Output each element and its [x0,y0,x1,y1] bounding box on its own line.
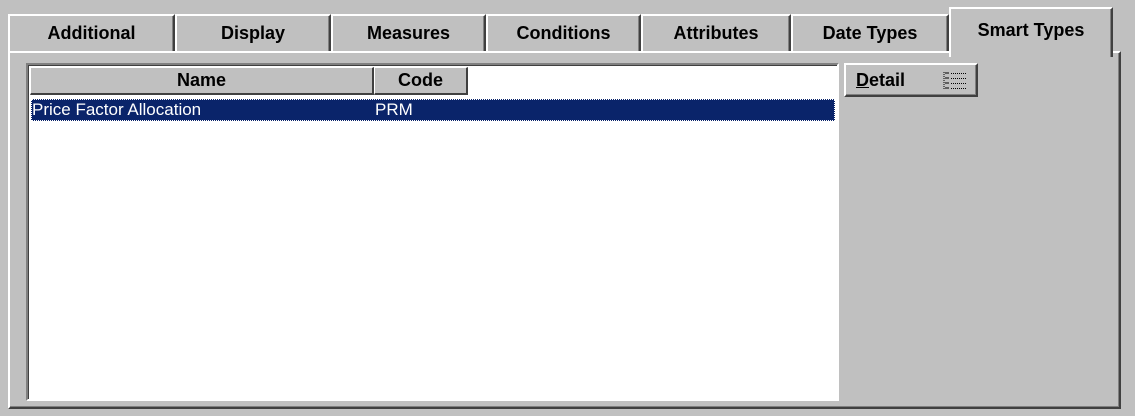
detail-label: etail [869,69,906,90]
tab-conditions[interactable]: Conditions [486,14,641,51]
tab-measures[interactable]: Measures [331,14,486,51]
list-detail-icon [942,70,968,92]
detail-mnemonic: D [856,69,869,90]
list-row-selected[interactable]: Price Factor Allocation PRM [31,99,835,121]
tab-date-types[interactable]: Date Types [791,14,949,51]
column-header-name[interactable]: Name [30,67,374,95]
tab-smart-types[interactable]: Smart Types [949,7,1113,57]
tab-additional[interactable]: Additional [8,14,175,51]
row-code-cell: PRM [375,100,413,119]
row-name-cell: Price Factor Allocation [32,100,202,119]
tab-panel: Name Code Price Factor Allocation PRM De… [8,51,1121,409]
detail-button[interactable]: Detail [844,63,978,97]
column-header-code[interactable]: Code [374,67,468,95]
smart-types-dialog: Additional Display Measures Conditions A… [0,0,1135,416]
tab-display[interactable]: Display [175,14,331,51]
tab-attributes[interactable]: Attributes [641,14,791,51]
smart-types-list[interactable]: Name Code Price Factor Allocation PRM [26,63,839,401]
